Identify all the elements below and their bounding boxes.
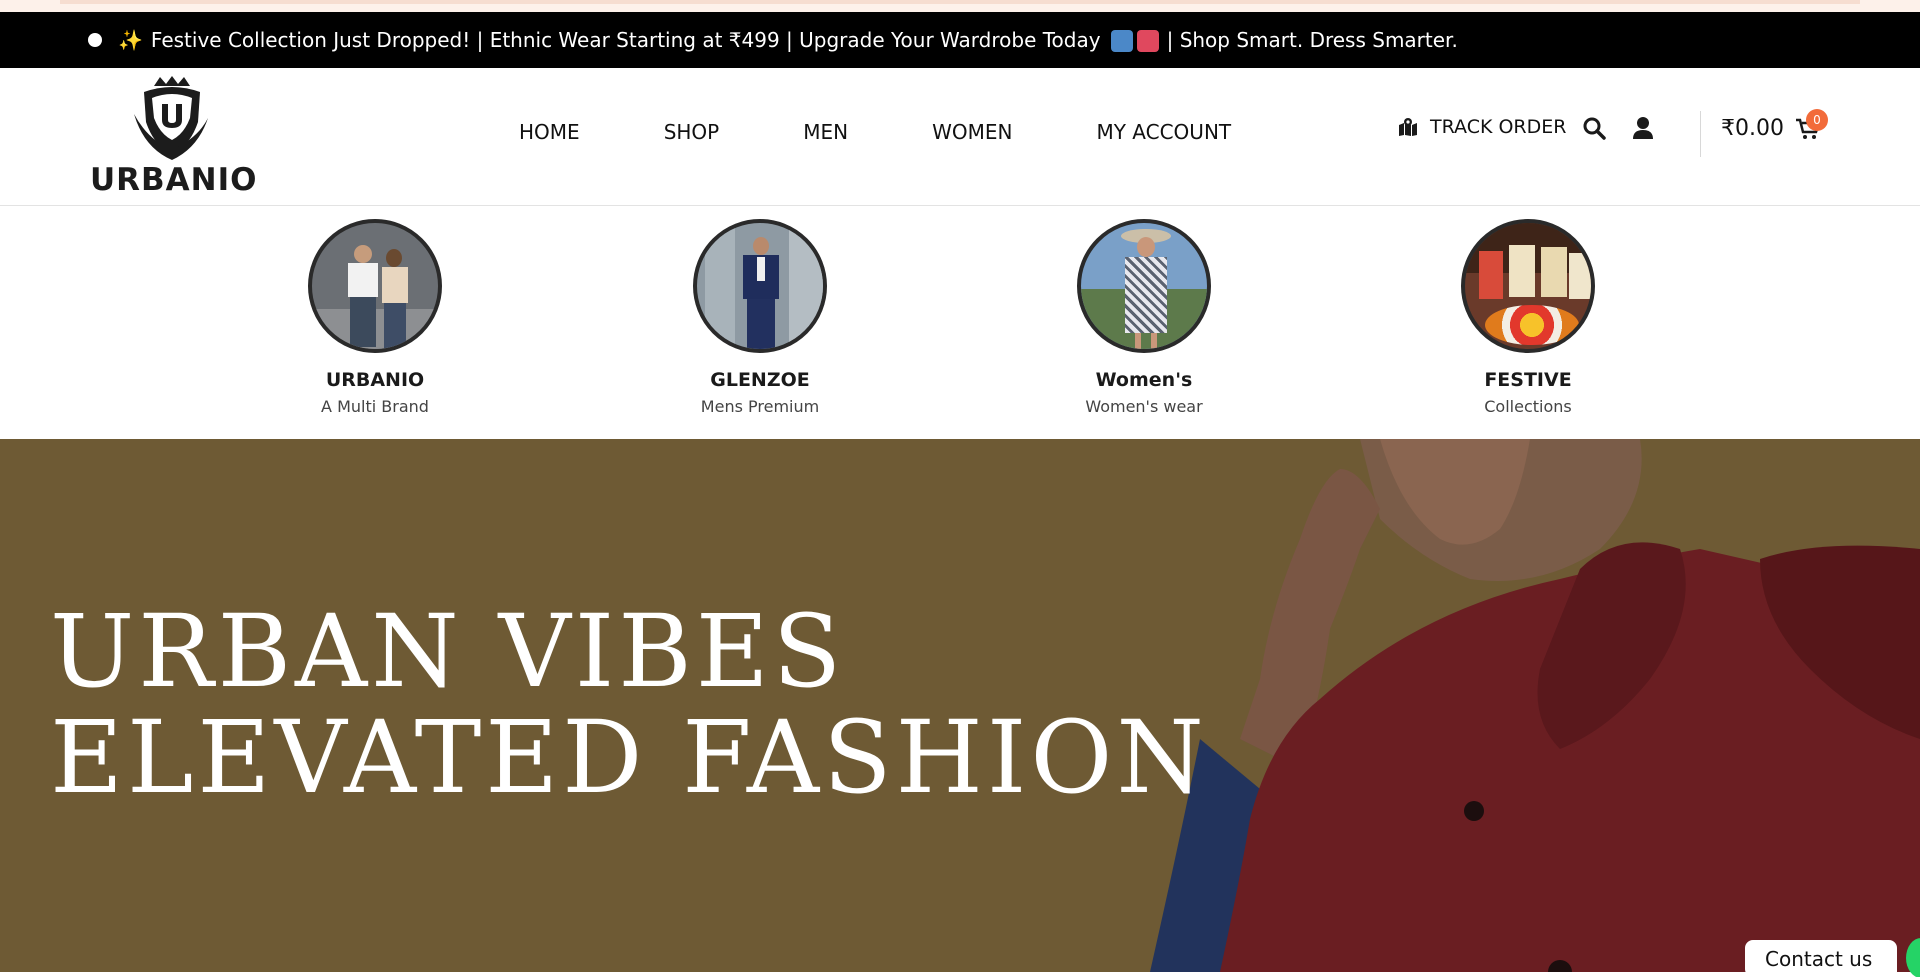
category-title: Women's: [1095, 369, 1193, 391]
nav-shop[interactable]: SHOP: [664, 120, 720, 144]
category-image: [1461, 219, 1595, 353]
hero-headline: URBAN VIBES ELEVATED FASHION: [50, 599, 1208, 811]
track-order-link[interactable]: TRACK ORDER: [1398, 116, 1566, 138]
category-subtitle: Collections: [1484, 397, 1572, 416]
brand-name: URBANIO: [90, 162, 258, 198]
main-nav: HOME SHOP MEN WOMEN MY ACCOUNT: [519, 120, 1231, 144]
tie-emoji-icon: [1136, 30, 1159, 53]
header-divider: [1700, 111, 1701, 157]
cart-total[interactable]: ₹0.00: [1721, 116, 1784, 141]
hero-headline-line1: URBAN VIBES: [50, 593, 846, 710]
category-womens[interactable]: Women's Women's wear: [1024, 219, 1264, 416]
category-glenzoe[interactable]: GLENZOE Mens Premium: [640, 219, 880, 416]
announcement-tagline: | Shop Smart. Dress Smarter.: [1166, 28, 1458, 52]
category-subtitle: A Multi Brand: [321, 397, 429, 416]
bullet-icon: [88, 33, 102, 47]
category-image: [693, 219, 827, 353]
map-marker-icon: [1399, 118, 1417, 136]
nav-men[interactable]: MEN: [803, 120, 848, 144]
category-urbanio[interactable]: URBANIO A Multi Brand: [255, 219, 495, 416]
category-subtitle: Mens Premium: [700, 397, 820, 416]
contact-us-button[interactable]: Contact us: [1745, 940, 1897, 977]
site-header: URBANIO HOME SHOP MEN WOMEN MY ACCOUNT T…: [0, 68, 1920, 206]
top-accent-bar: [60, 0, 1860, 4]
top-accent-strip: [0, 0, 1920, 12]
brand-logo[interactable]: URBANIO: [90, 74, 258, 198]
category-image: [1077, 219, 1211, 353]
announcement-text: Festive Collection Just Dropped! | Ethni…: [150, 28, 1101, 52]
category-subtitle: Women's wear: [1085, 397, 1203, 416]
cart-count-badge: 0: [1806, 109, 1828, 131]
sparkle-icon: ✨: [118, 28, 143, 52]
clothing-emoji-icons: [1109, 28, 1161, 53]
announcement-bar: ✨ Festive Collection Just Dropped! | Eth…: [0, 12, 1920, 68]
nav-my-account[interactable]: MY ACCOUNT: [1096, 120, 1231, 144]
nav-women[interactable]: WOMEN: [932, 120, 1012, 144]
track-order-label: TRACK ORDER: [1430, 116, 1567, 138]
category-title: URBANIO: [325, 369, 425, 391]
category-image: [308, 219, 442, 353]
category-festive[interactable]: FESTIVE Collections: [1408, 219, 1648, 416]
nav-home[interactable]: HOME: [519, 120, 580, 144]
user-account-icon[interactable]: [1632, 116, 1654, 144]
shirt-emoji-icon: [1110, 30, 1133, 53]
category-title: FESTIVE: [1484, 369, 1572, 391]
search-icon[interactable]: [1582, 116, 1606, 144]
hero-banner: URBAN VIBES ELEVATED FASHION: [0, 439, 1920, 972]
category-title: GLENZOE: [710, 369, 810, 391]
category-strip: URBANIO A Multi Brand GLENZOE Mens Premi…: [0, 207, 1920, 439]
hero-headline-line2: ELEVATED FASHION: [50, 699, 1208, 816]
crest-icon: [134, 76, 208, 160]
